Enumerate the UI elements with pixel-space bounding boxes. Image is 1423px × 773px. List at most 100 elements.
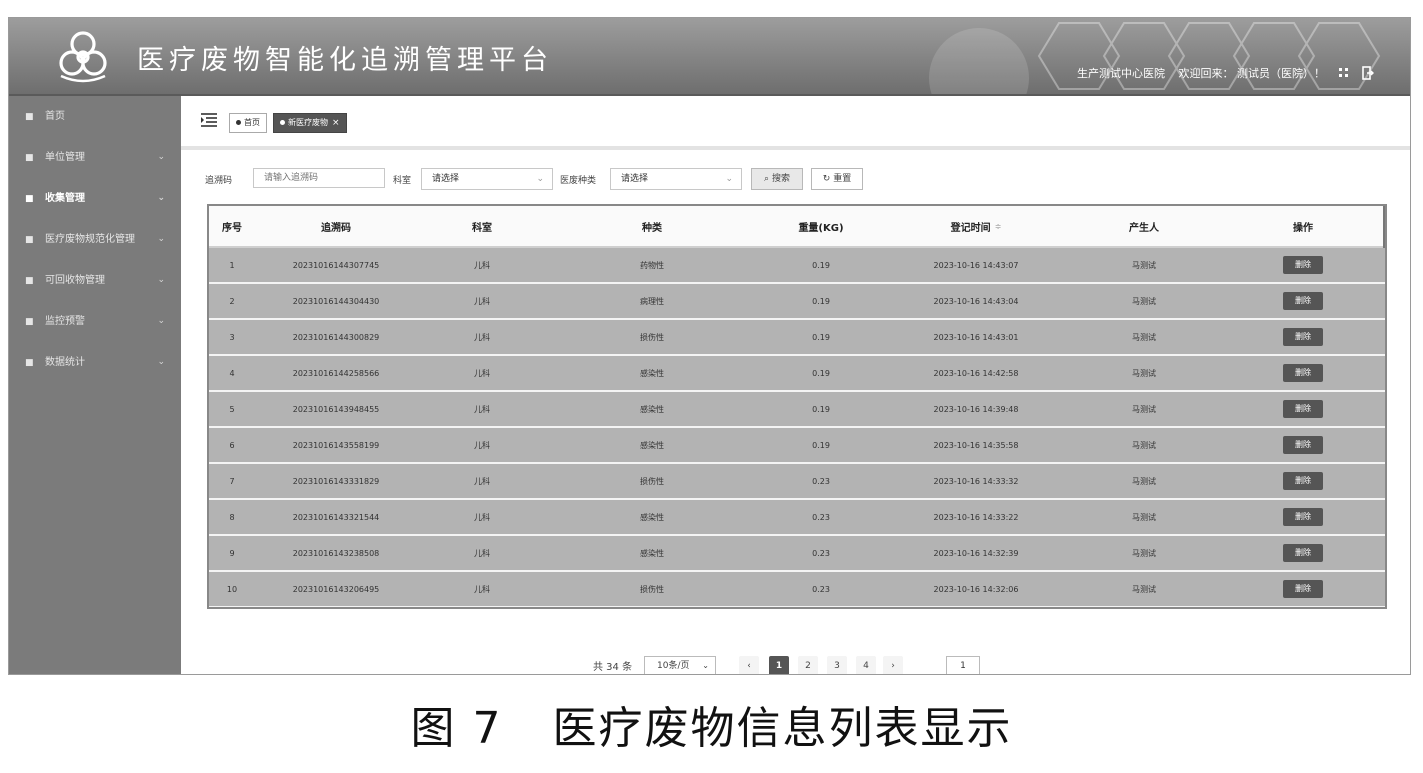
- department-select[interactable]: 请选择 ⌄: [421, 168, 553, 190]
- table-cell: 感染性: [640, 548, 664, 558]
- table-cell: 2023-10-16 14:33:22: [933, 512, 1019, 522]
- table-cell: 20231016144304430: [292, 296, 380, 306]
- delete-button[interactable]: 删除: [1283, 364, 1323, 382]
- action-cell: 删除: [1221, 284, 1385, 318]
- tab-home[interactable]: 首页: [229, 113, 267, 133]
- sidebar-item[interactable]: ■ 数据统计 ⌄: [9, 342, 181, 383]
- tab-new-medical-waste[interactable]: 新医疗废物 ×: [273, 113, 347, 133]
- sidebar-item-label: 首页: [45, 111, 65, 122]
- delete-button[interactable]: 删除: [1283, 328, 1323, 346]
- table-cell: 马测试: [1132, 476, 1156, 486]
- action-cell: 删除: [1221, 248, 1385, 282]
- table-cell: 2023-10-16 14:39:48: [933, 404, 1019, 414]
- logout-icon[interactable]: [1362, 65, 1374, 83]
- chevron-down-icon: ⌄: [702, 661, 709, 670]
- column-header: 追溯码: [255, 206, 417, 246]
- delete-button[interactable]: 删除: [1283, 400, 1323, 418]
- table-row: 9 20231016143238508 儿科 感染性 0.23 2023-10-16 14…: [209, 536, 1385, 572]
- waste-table: 序号 追溯码 科室 种类 重量(KG) 登记时间 ≑ 产生人 操作 1 2023101614430…: [207, 204, 1387, 609]
- chevron-down-icon: ⌄: [157, 234, 165, 244]
- table-cell: 20231016143321544: [292, 512, 380, 522]
- page-number-button[interactable]: 4: [856, 656, 876, 674]
- table-row: 7 20231016143331829 儿科 损伤性 0.23 2023-10-16 14…: [209, 464, 1385, 500]
- prev-page-button[interactable]: ‹: [739, 656, 759, 674]
- reset-button[interactable]: ↻ 重置: [811, 168, 863, 190]
- table-cell: 感染性: [640, 404, 664, 414]
- table-cell: 0.19: [812, 440, 830, 450]
- column-header-label: 重量(KG): [798, 222, 844, 234]
- action-cell: 删除: [1221, 572, 1385, 606]
- tab-close-icon[interactable]: ×: [332, 118, 340, 128]
- delete-button[interactable]: 删除: [1283, 544, 1323, 562]
- table-cell: 马测试: [1132, 368, 1156, 378]
- column-header-label: 登记时间: [950, 222, 991, 234]
- grid-icon[interactable]: [1338, 67, 1349, 81]
- sidebar-item[interactable]: ■ 医疗废物规范化管理 ⌄: [9, 219, 181, 260]
- sidebar-item-label: 单位管理: [45, 152, 85, 163]
- table-cell: 损伤性: [640, 476, 664, 486]
- delete-button[interactable]: 删除: [1283, 472, 1323, 490]
- page-jump-input[interactable]: 1: [946, 656, 980, 674]
- table-cell: 5: [229, 404, 235, 414]
- table-cell: 20231016144307745: [292, 260, 380, 270]
- page-size-select[interactable]: 10条/页 ⌄: [644, 656, 716, 674]
- recycle-icon: ■: [25, 276, 34, 286]
- chart-icon: ■: [25, 358, 34, 368]
- table-cell: 马测试: [1132, 512, 1156, 522]
- table-cell: 0.19: [812, 296, 830, 306]
- sort-icon[interactable]: ≑: [995, 222, 1002, 231]
- biohazard-logo-icon: [59, 31, 107, 83]
- sidebar-item[interactable]: ■ 监控预警 ⌄: [9, 301, 181, 342]
- waste-type-label: 医废种类: [560, 176, 597, 186]
- column-header[interactable]: 登记时间 ≑: [885, 206, 1067, 246]
- table-cell: 儿科: [474, 512, 490, 522]
- table-cell: 马测试: [1132, 332, 1156, 342]
- table-cell: 0.23: [812, 548, 830, 558]
- table-cell: 2: [229, 296, 235, 306]
- header-user-info: 生产测试中心医院 欢迎回来： 测试员（医院）！: [1067, 65, 1374, 83]
- table-cell: 9: [229, 548, 235, 558]
- menu-toggle-icon[interactable]: [201, 113, 217, 127]
- action-cell: 删除: [1221, 392, 1385, 426]
- chevron-down-icon: ⌄: [157, 193, 165, 203]
- table-row: 4 20231016144258566 儿科 感染性 0.19 2023-10-16 14…: [209, 356, 1385, 392]
- sidebar-item-label: 可回收物管理: [45, 275, 105, 286]
- table-cell: 2023-10-16 14:35:58: [933, 440, 1019, 450]
- search-button[interactable]: ⌕ 搜索: [751, 168, 803, 190]
- sidebar-item[interactable]: ■ 单位管理 ⌄: [9, 137, 181, 178]
- waste-type-select[interactable]: 请选择 ⌄: [610, 168, 742, 190]
- reset-button-label: 重置: [833, 174, 852, 184]
- sidebar: ■ 首页 ■ 单位管理 ⌄ ■ 收集管理 ⌄ ■ 医疗废物规范化管理 ⌄ ■ 可回收物管理 ⌄ ■ 监控预警 ⌄…: [9, 96, 181, 674]
- app-header: 医疗废物智能化追溯管理平台 生产测试中心医院 欢迎回来： 测试员（医院）！: [9, 18, 1410, 96]
- page-number-button[interactable]: 2: [798, 656, 818, 674]
- table-cell: 20231016144300829: [292, 332, 380, 342]
- page-number-button[interactable]: 3: [827, 656, 847, 674]
- sidebar-item[interactable]: ■ 首页: [9, 96, 181, 137]
- table-cell: 2023-10-16 14:32:06: [933, 584, 1019, 594]
- table-cell: 儿科: [474, 440, 490, 450]
- table-cell: 20231016143558199: [292, 440, 380, 450]
- delete-button[interactable]: 删除: [1283, 436, 1323, 454]
- table-cell: 4: [229, 368, 235, 378]
- tab-dot-icon: [236, 120, 241, 125]
- table-cell: 2023-10-16 14:32:39: [933, 548, 1019, 558]
- delete-button[interactable]: 删除: [1283, 256, 1323, 274]
- sidebar-item[interactable]: ■ 收集管理 ⌄: [9, 178, 181, 219]
- table-cell: 0.19: [812, 368, 830, 378]
- delete-button[interactable]: 删除: [1283, 580, 1323, 598]
- delete-button[interactable]: 删除: [1283, 508, 1323, 526]
- department-select-value: 请选择: [432, 174, 460, 184]
- chevron-down-icon: ⌄: [157, 275, 165, 285]
- next-page-button[interactable]: ›: [883, 656, 903, 674]
- waste-type-select-value: 请选择: [621, 174, 649, 184]
- page-number-button[interactable]: 1: [769, 656, 789, 674]
- table-cell: 20231016143948455: [292, 404, 380, 414]
- table-cell: 儿科: [474, 296, 490, 306]
- column-header: 重量(KG): [757, 206, 885, 246]
- delete-button[interactable]: 删除: [1283, 292, 1323, 310]
- table-cell: 儿科: [474, 368, 490, 378]
- table-row: 1 20231016144307745 儿科 药物性 0.19 2023-10-16 14…: [209, 248, 1385, 284]
- column-header: 操作: [1221, 206, 1385, 246]
- sidebar-item[interactable]: ■ 可回收物管理 ⌄: [9, 260, 181, 301]
- trace-code-input[interactable]: [253, 168, 385, 188]
